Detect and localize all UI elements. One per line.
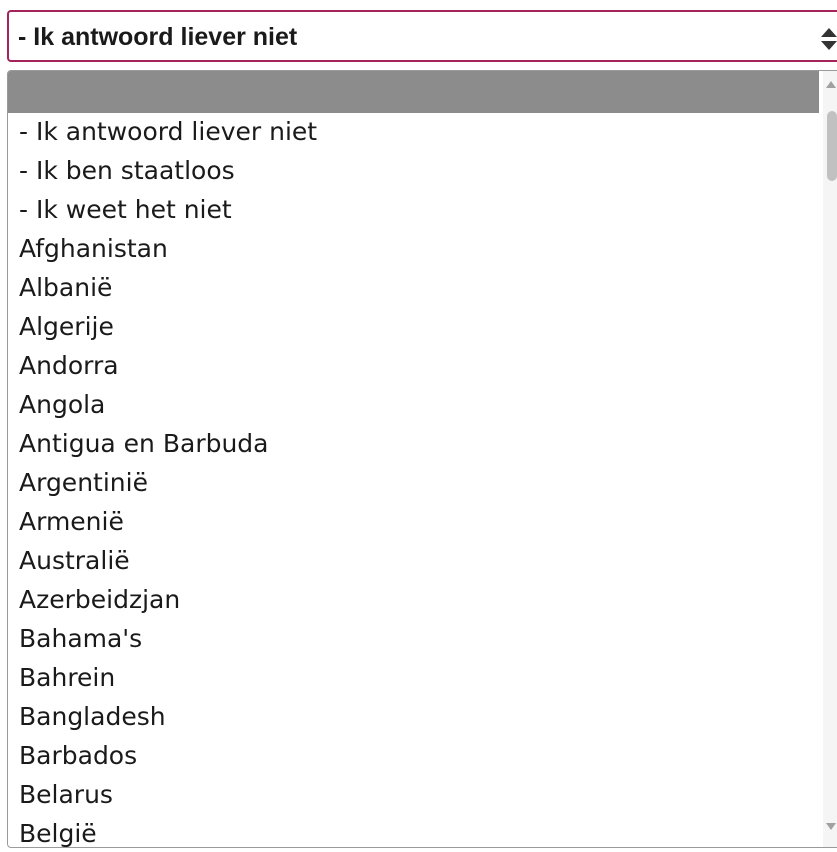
option-item[interactable]: - Ik weet het niet: [8, 191, 819, 230]
option-blank-highlighted[interactable]: [8, 71, 819, 113]
option-item[interactable]: Afghanistan: [8, 230, 819, 269]
option-item[interactable]: Bangladesh: [8, 698, 819, 737]
country-select[interactable]: - Ik antwoord liever niet: [7, 10, 837, 62]
scrollbar-thumb[interactable]: [827, 111, 837, 181]
option-item[interactable]: - Ik antwoord liever niet: [8, 113, 819, 152]
option-item[interactable]: Belarus: [8, 776, 819, 815]
option-item[interactable]: Angola: [8, 386, 819, 425]
options-list: - Ik antwoord liever niet - Ik ben staatl…: [8, 113, 819, 847]
dropdown-list[interactable]: - Ik antwoord liever niet - Ik ben staatl…: [7, 70, 837, 848]
scroll-down-arrow-icon[interactable]: [826, 823, 836, 830]
sort-arrows-icon: [821, 28, 837, 50]
option-item[interactable]: Barbados: [8, 737, 819, 776]
option-item[interactable]: Algerije: [8, 308, 819, 347]
option-item[interactable]: België: [8, 815, 819, 847]
option-item[interactable]: Australië: [8, 542, 819, 581]
select-current-value: - Ik antwoord liever niet: [18, 23, 298, 51]
option-item[interactable]: Bahama's: [8, 620, 819, 659]
option-item[interactable]: Antigua en Barbuda: [8, 425, 819, 464]
option-item[interactable]: Argentinië: [8, 464, 819, 503]
option-item[interactable]: - Ik ben staatloos: [8, 152, 819, 191]
scrollbar[interactable]: [823, 71, 837, 847]
option-item[interactable]: Azerbeidzjan: [8, 581, 819, 620]
option-item[interactable]: Andorra: [8, 347, 819, 386]
scroll-up-arrow-icon[interactable]: [826, 81, 836, 88]
option-item[interactable]: Armenië: [8, 503, 819, 542]
option-item[interactable]: Bahrein: [8, 659, 819, 698]
option-item[interactable]: Albanië: [8, 269, 819, 308]
